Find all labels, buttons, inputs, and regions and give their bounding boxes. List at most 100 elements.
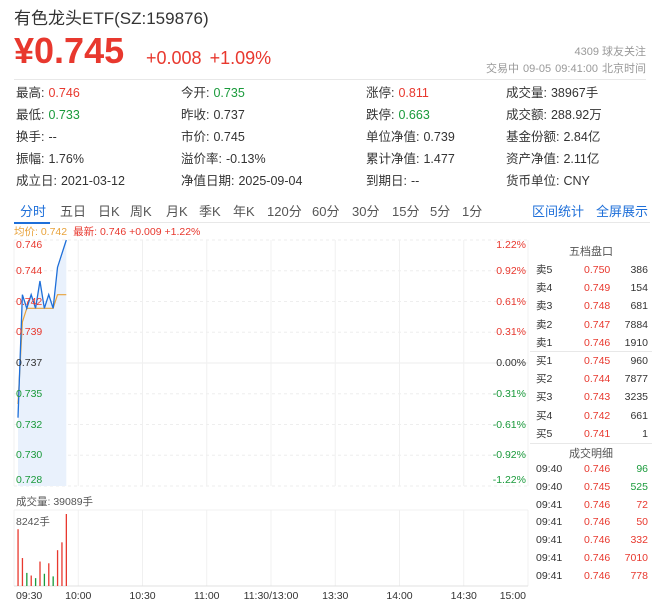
orderbook-price: 0.744 — [584, 373, 611, 386]
trade-row: 09:41 0.746 332 — [536, 531, 648, 549]
orderbook-row: 买1 0.745 960 — [536, 352, 648, 370]
orderbook-level: 买4 — [536, 409, 553, 422]
orderbook-qty: 681 — [630, 300, 648, 313]
volume-bar — [21, 558, 24, 586]
trade-row: 09:41 0.746 50 — [536, 513, 648, 531]
percent-tick: 0.61% — [496, 295, 526, 308]
trade-price: 0.746 — [584, 498, 611, 511]
time-tick: 11:00 — [194, 590, 220, 602]
trade-qty: 96 — [636, 463, 648, 475]
orderbook-qty: 1910 — [624, 336, 648, 349]
orderbook-price: 0.748 — [584, 300, 611, 313]
orderbook-qty: 1 — [642, 427, 648, 440]
time-tick: 15:00 — [499, 590, 526, 602]
trade-qty: 525 — [630, 480, 648, 493]
time-tick: 11:30/13:00 — [243, 590, 299, 602]
price-tick: 0.746 — [16, 239, 43, 251]
percent-tick: -0.61% — [492, 418, 526, 431]
trade-time: 09:41 — [536, 516, 563, 529]
volume-bar — [26, 572, 28, 586]
price-tick: 0.730 — [16, 449, 43, 462]
trade-time: 09:41 — [536, 569, 563, 582]
volume-max-label: 8242手 — [16, 516, 50, 528]
percent-tick: 0.00% — [496, 357, 526, 369]
time-tick: 09:30 — [16, 590, 43, 602]
volume-bar — [39, 561, 41, 586]
orderbook-qty: 386 — [630, 264, 648, 276]
trade-time: 09:40 — [536, 463, 563, 475]
orderbook-qty: 7884 — [624, 318, 648, 331]
volume-bar — [61, 542, 63, 586]
time-tick: 14:30 — [450, 590, 477, 602]
orderbook-level: 卖2 — [536, 318, 553, 331]
time-tick: 13:30 — [322, 590, 349, 602]
orderbook-level: 买2 — [536, 373, 553, 386]
orderbook-price: 0.743 — [584, 391, 611, 404]
percent-tick: -0.31% — [492, 387, 526, 400]
orderbook-qty: 154 — [630, 282, 648, 295]
trades-title: 成交明细 — [569, 448, 613, 460]
percent-tick: 1.22% — [496, 239, 526, 251]
orderbook-price: 0.741 — [584, 427, 611, 440]
trade-time: 09:41 — [536, 552, 563, 564]
price-tick: 0.742 — [16, 295, 43, 308]
orderbook-divider — [530, 351, 652, 352]
trade-qty: 72 — [636, 498, 648, 511]
trade-qty: 50 — [636, 516, 648, 529]
orderbook-title: 五档盘口 — [569, 246, 613, 258]
volume-bar — [52, 576, 54, 586]
orderbook-level: 卖5 — [536, 264, 553, 276]
trade-time: 09:41 — [536, 534, 563, 547]
trade-qty: 778 — [630, 569, 648, 582]
price-tick: 0.744 — [16, 264, 43, 277]
orderbook-row: 买4 0.742 661 — [536, 407, 648, 425]
trades-divider — [530, 443, 652, 444]
trade-row: 09:40 0.745 525 — [536, 478, 648, 496]
orderbook-row: 卖5 0.750 386 — [536, 261, 648, 279]
orderbook-level: 卖4 — [536, 282, 553, 295]
orderbook-qty: 960 — [630, 355, 648, 367]
percent-tick: -1.22% — [492, 474, 526, 486]
trade-price: 0.746 — [584, 463, 611, 475]
trade-qty: 7010 — [624, 552, 648, 564]
orderbook-row: 买3 0.743 3235 — [536, 388, 648, 406]
price-tick: 0.737 — [16, 357, 43, 369]
price-tick: 0.728 — [16, 474, 43, 486]
orderbook-row: 买2 0.744 7877 — [536, 370, 648, 388]
percent-tick: -0.92% — [492, 449, 526, 462]
volume-bar — [17, 529, 19, 586]
orderbook-qty: 3235 — [624, 391, 648, 404]
orderbook-row: 卖1 0.746 1910 — [536, 334, 648, 352]
price-tick: 0.732 — [16, 418, 43, 431]
orderbook-qty: 661 — [630, 409, 648, 422]
trade-price: 0.745 — [584, 480, 611, 493]
volume-label: 成交量: 39089手 — [16, 496, 94, 508]
percent-tick: 0.31% — [496, 326, 526, 339]
orderbook-row: 卖2 0.747 7884 — [536, 316, 648, 334]
orderbook-price: 0.747 — [584, 318, 611, 331]
orderbook-level: 买1 — [536, 355, 553, 367]
trade-price: 0.746 — [584, 516, 611, 529]
orderbook-price: 0.746 — [584, 336, 611, 349]
time-tick: 10:30 — [129, 590, 156, 602]
orderbook-row: 卖3 0.748 681 — [536, 297, 648, 315]
percent-tick: 0.92% — [496, 264, 526, 277]
trade-price: 0.746 — [584, 552, 611, 564]
orderbook-level: 买5 — [536, 427, 553, 440]
volume-bar — [43, 573, 46, 586]
trade-price: 0.746 — [584, 569, 611, 582]
trade-row: 09:41 0.746 778 — [536, 567, 648, 585]
orderbook-level: 卖1 — [536, 336, 553, 349]
trade-row: 09:41 0.746 7010 — [536, 549, 648, 567]
orderbook-price: 0.745 — [584, 355, 611, 367]
trade-row: 09:41 0.746 72 — [536, 496, 648, 514]
trade-price: 0.746 — [584, 534, 611, 547]
orderbook-level: 卖3 — [536, 300, 553, 313]
price-tick: 0.739 — [16, 326, 43, 339]
orderbook-price: 0.749 — [584, 282, 611, 295]
volume-bar — [65, 514, 67, 586]
trade-row: 09:40 0.746 96 — [536, 460, 648, 478]
volume-bar — [48, 563, 50, 586]
orderbook-price: 0.750 — [584, 264, 611, 276]
volume-bar — [56, 550, 59, 586]
